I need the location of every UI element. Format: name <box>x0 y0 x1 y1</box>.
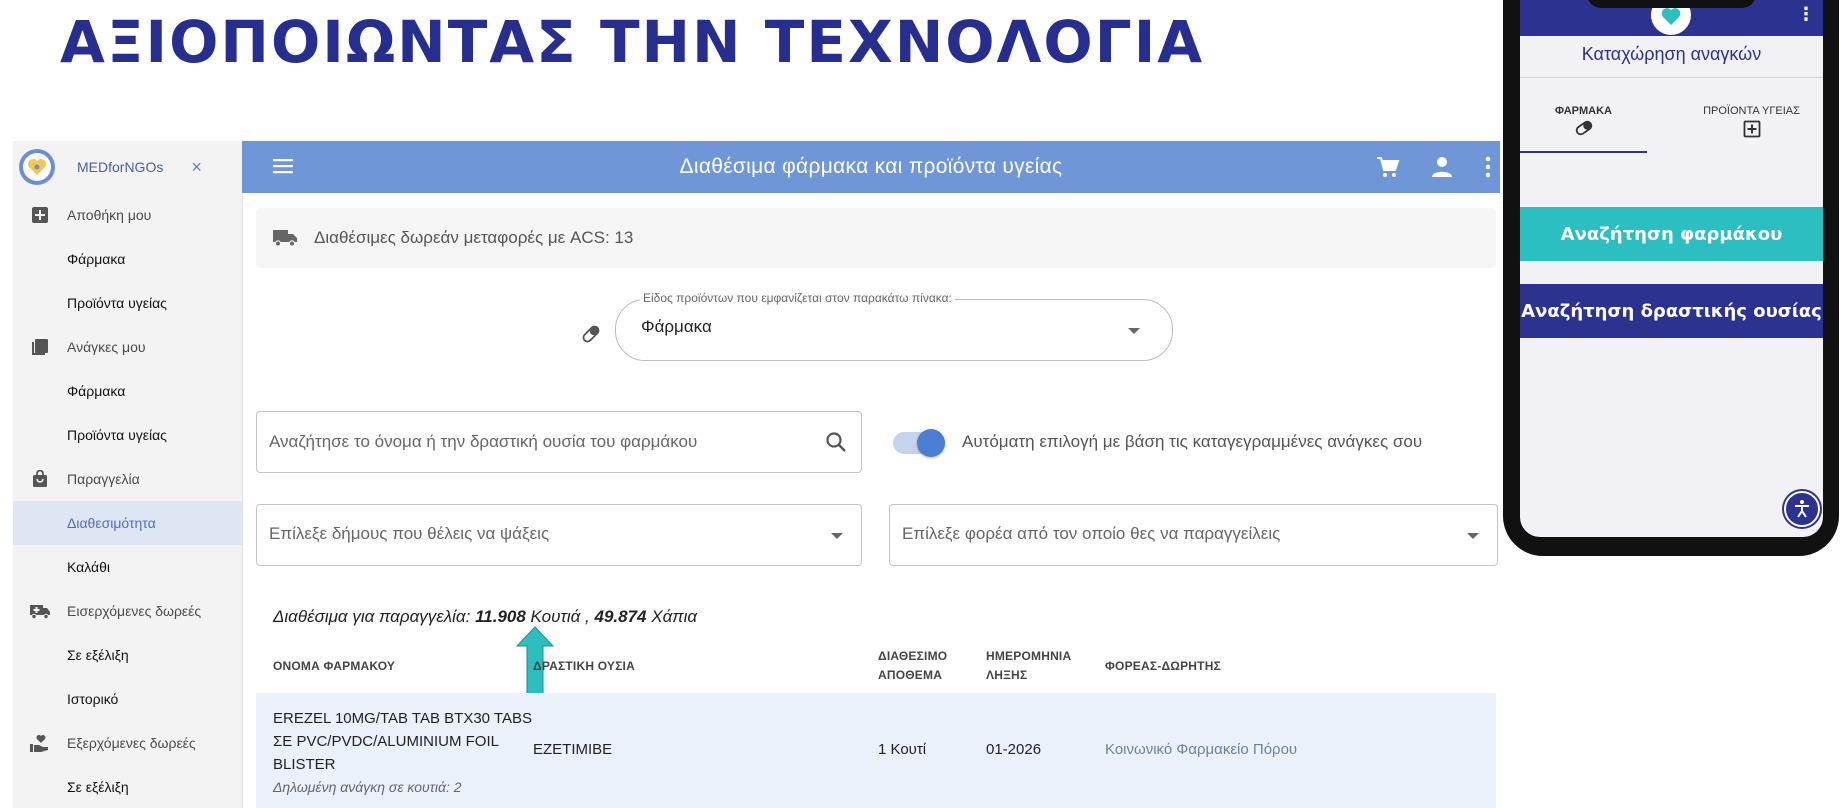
tab-health-products[interactable]: ΠΡΟΪΟΝΤΑ ΥΓΕΙΑΣ <box>1680 105 1823 138</box>
app-logo <box>19 149 55 185</box>
sidebar-section-order[interactable]: Παραγγελία <box>13 457 242 501</box>
sidebar-section-label: Παραγγελία <box>67 471 140 487</box>
bag-icon <box>13 470 67 488</box>
top-app-bar: Διαθέσιμα φάρμακα και προϊόντα υγείας <box>242 141 1500 193</box>
sidebar-item-storage-medicines[interactable]: Φάρμακα <box>13 237 242 281</box>
pill-icon <box>579 322 603 346</box>
municipality-select[interactable]: Επίλεξε δήμους που θέλεις να ψάξεις <box>256 504 862 566</box>
search-input[interactable] <box>267 412 811 472</box>
sidebar-item-incoming-in-progress[interactable]: Σε εξέλιξη <box>13 633 242 677</box>
sidebar-section-my-storage[interactable]: Αποθήκη μου <box>13 193 242 237</box>
product-type-select[interactable]: Είδος προϊόντων που εμφανίζεται στον παρ… <box>615 291 1173 361</box>
available-boxes-count: 11.908 <box>475 607 526 626</box>
cell-substance: EZETIMIBE <box>533 741 613 758</box>
sidebar-section-incoming-donations[interactable]: Εισερχόμενες δωρεές <box>13 589 242 633</box>
col-header-donor: ΦΟΡΕΑΣ-ΔΩΡΗΤΗΣ <box>1105 659 1221 673</box>
sidebar-item-needs-health-products[interactable]: Προϊόντα υγείας <box>13 413 242 457</box>
col-header-name: ΟΝΟΜΑ ΦΑΡΜΑΚΟΥ <box>273 659 396 673</box>
accessibility-icon[interactable] <box>1784 491 1820 527</box>
auto-select-toggle[interactable] <box>893 427 945 457</box>
medicine-search-field[interactable] <box>256 411 862 473</box>
declared-need-note: Δηλωμένη ανάγκη σε κουτιά: 2 <box>273 779 462 795</box>
close-sidebar-icon[interactable]: × <box>191 157 202 178</box>
table-header: ΟΝΟΜΑ ΦΑΡΜΑΚΟΥ ΔΡΑΣΤΙΚΗ ΟΥΣΙΑ ΔΙΑΘΕΣΙΜΟ Α… <box>256 641 1496 691</box>
carrier-placeholder: Επίλεξε φορέα από τον οποίο θες να παραγ… <box>902 524 1281 543</box>
municipality-placeholder: Επίλεξε δήμους που θέλεις να ψάξεις <box>269 524 550 543</box>
web-app-window: MEDforNGOs × Αποθήκη μου Φάρμακα Προϊόντ… <box>13 141 1500 808</box>
hand-heart-icon <box>13 733 67 753</box>
cell-name: EREZEL 10MG/TAB TAB BTX30 TABS ΣΕ PVC/PV… <box>273 707 543 799</box>
acs-transport-banner: Διαθέσιμες δωρεάν μεταφορές με ACS: 13 <box>256 208 1496 268</box>
page-title: Διαθέσιμα φάρμακα και προϊόντα υγείας <box>679 155 1063 178</box>
cell-donor: Κοινωνικό Φαρμακείο Πόρου <box>1105 741 1298 758</box>
sidebar-item-outgoing-in-progress[interactable]: Σε εξέλιξη <box>13 765 242 808</box>
availability-summary: Διαθέσιμα για παραγγελία: 11.908 Κουτιά … <box>273 607 698 626</box>
main-content: Διαθέσιμες δωρεάν μεταφορές με ACS: 13 Ε… <box>242 193 1500 808</box>
search-medicine-button[interactable]: Αναζήτηση φαρμάκου <box>1520 207 1823 261</box>
banner-text: Διαθέσιμες δωρεάν μεταφορές με ACS: 13 <box>314 228 634 247</box>
plus-box-icon <box>1680 120 1823 138</box>
sidebar-item-incoming-history[interactable]: Ιστορικό <box>13 677 242 721</box>
product-type-label: Είδος προϊόντων που εμφανίζεται στον παρ… <box>640 291 955 305</box>
table-row[interactable]: EREZEL 10MG/TAB TAB BTX30 TABS ΣΕ PVC/PV… <box>256 693 1496 808</box>
sidebar-section-my-needs[interactable]: Ανάγκες μου <box>13 325 242 369</box>
cell-expiry: 01-2026 <box>986 741 1042 758</box>
sidebar-section-label: Αποθήκη μου <box>67 207 152 223</box>
chevron-down-icon <box>1467 533 1479 539</box>
sidebar-header: MEDforNGOs × <box>13 141 242 193</box>
available-blisters-count: 49.874 <box>594 607 647 626</box>
phone-page-title: Καταχώρηση αναγκών <box>1581 44 1762 64</box>
carrier-select[interactable]: Επίλεξε φορέα από τον οποίο θες να παραγ… <box>889 504 1498 566</box>
active-tab-indicator <box>1520 151 1647 153</box>
sidebar: MEDforNGOs × Αποθήκη μου Φάρμακα Προϊόντ… <box>13 141 243 808</box>
divider <box>1520 77 1823 78</box>
sidebar-section-label: Εξερχόμενες δωρεές <box>67 735 196 751</box>
more-vert-icon[interactable]: ⋮ <box>1797 4 1815 25</box>
auto-select-label: Αυτόματη επιλογή με βάση τις καταγεγραμμ… <box>962 432 1423 451</box>
cell-stock: 1 Κουτί <box>878 741 927 758</box>
pill-icon <box>1520 120 1647 136</box>
sidebar-item-cart[interactable]: Καλάθι <box>13 545 242 589</box>
phone-screen: ⋮ Καταχώρηση αναγκών ΦΑΡΜΑΚΑ ΠΡΟΪΟΝΤΑ ΥΓ… <box>1520 0 1823 537</box>
sidebar-section-label: Ανάγκες μου <box>67 339 146 355</box>
topbar-actions <box>1376 155 1492 179</box>
search-icon[interactable] <box>825 431 847 453</box>
phone-notch <box>1587 0 1756 8</box>
sidebar-section-outgoing-donations[interactable]: Εξερχόμενες δωρεές <box>13 721 242 765</box>
truck-icon <box>272 228 298 248</box>
col-header-expiry: ΗΜΕΡΟΜΗΝΙΑ ΛΗΞΗΣ <box>986 649 1072 682</box>
chevron-down-icon <box>1128 328 1140 334</box>
search-substance-button[interactable]: Αναζήτηση δραστικής ουσίας <box>1520 284 1823 338</box>
account-icon[interactable] <box>1430 155 1454 179</box>
sidebar-item-storage-health-products[interactable]: Προϊόντα υγείας <box>13 281 242 325</box>
plus-box-icon <box>13 206 67 224</box>
sidebar-section-label: Εισερχόμενες δωρεές <box>67 603 202 619</box>
book-icon <box>13 338 67 356</box>
sidebar-item-needs-medicines[interactable]: Φάρμακα <box>13 369 242 413</box>
chevron-down-icon <box>831 533 843 539</box>
more-vert-icon[interactable] <box>1484 155 1492 179</box>
sidebar-item-availability[interactable]: Διαθεσιμότητα <box>13 501 242 545</box>
ambulance-icon <box>13 602 67 620</box>
phone-mockup: ⋮ Καταχώρηση αναγκών ΦΑΡΜΑΚΑ ΠΡΟΪΟΝΤΑ ΥΓ… <box>1503 0 1839 556</box>
cart-icon[interactable] <box>1376 155 1400 179</box>
page-headline: ΑΞΙΟΠΟΙΩΝΤΑΣ ΤΗΝ ΤΕΧΝΟΛΟΓΙΑ <box>60 8 1205 76</box>
col-header-stock: ΔΙΑΘΕΣΙΜΟ ΑΠΟΘΕΜΑ <box>878 649 948 682</box>
product-type-value: Φάρμακα <box>641 317 712 336</box>
tab-medicines[interactable]: ΦΑΡΜΑΚΑ <box>1520 105 1647 136</box>
app-brand-name: MEDforNGOs <box>77 159 164 175</box>
col-header-substance: ΔΡΑΣΤΙΚΗ ΟΥΣΙΑ <box>533 659 635 673</box>
